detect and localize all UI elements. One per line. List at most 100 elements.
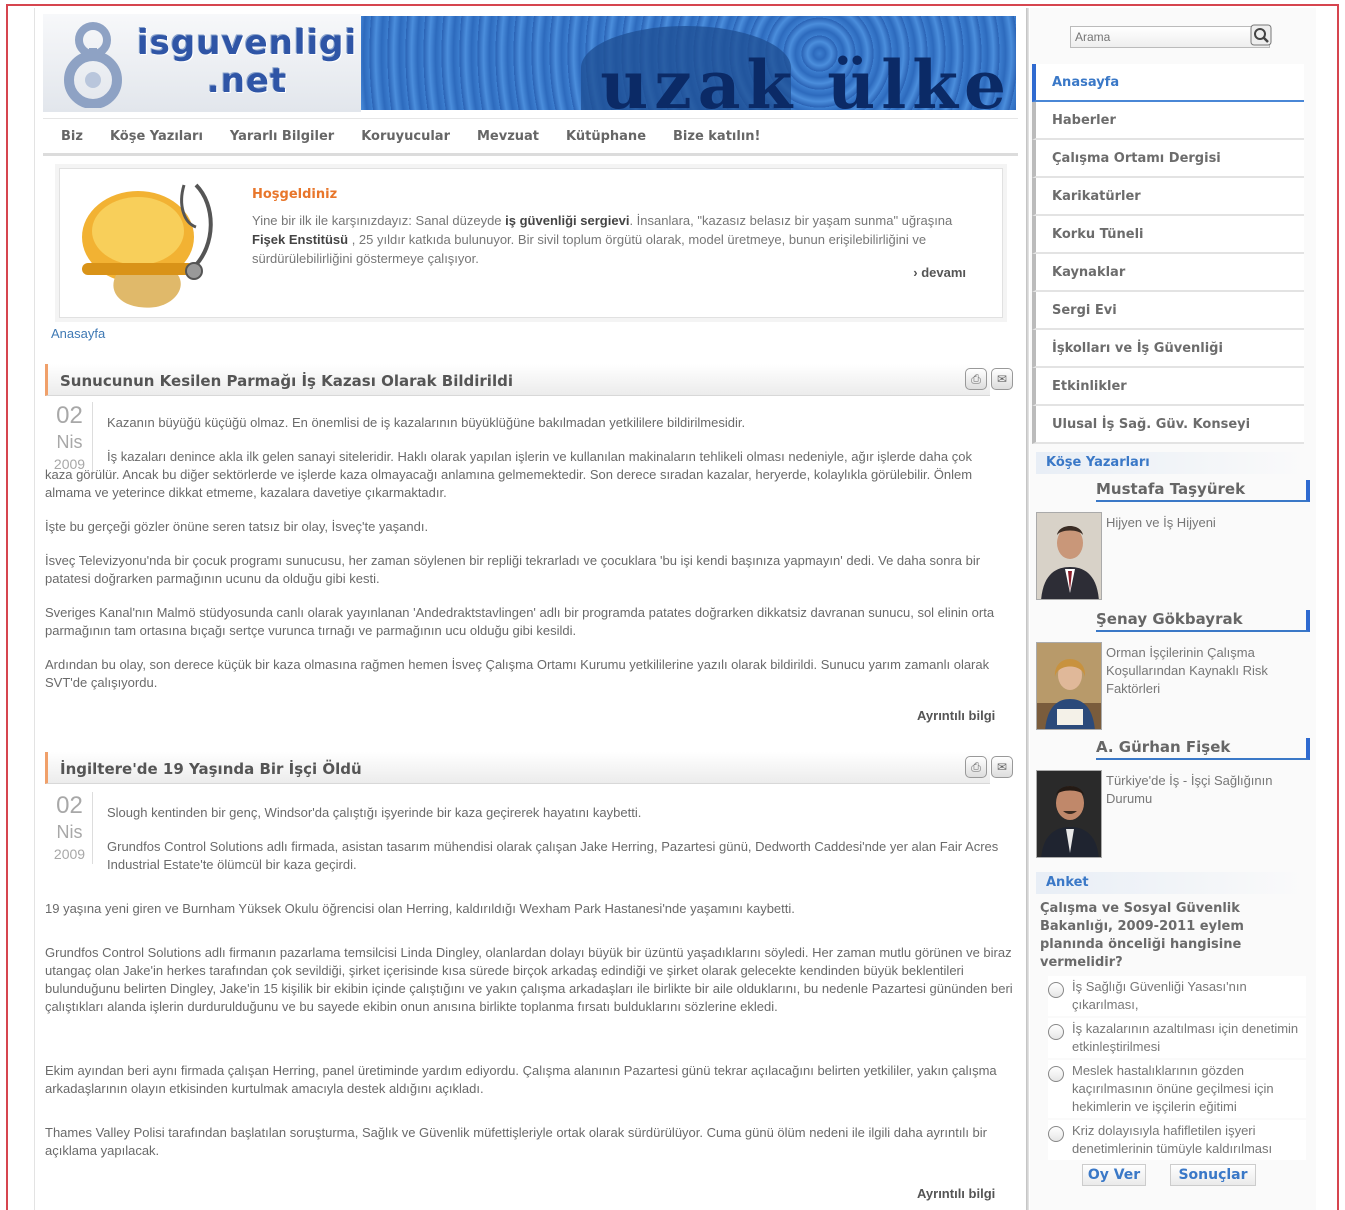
site-header: isguvenligi .net uzak ülke: [43, 14, 1018, 112]
nav-kose-yazilari[interactable]: Köşe Yazıları: [110, 129, 203, 144]
logo-line2: .net: [206, 61, 288, 101]
article-paragraph: Thames Valley Polisi tarafından başlatıl…: [45, 1125, 987, 1158]
search-icon[interactable]: [1249, 23, 1273, 47]
site-logo[interactable]: isguvenligi .net: [43, 14, 361, 112]
welcome-text-part: . İnsanlara, "kazasız belasız bir yaşam …: [629, 213, 953, 228]
header-banner: uzak ülke: [361, 16, 1016, 110]
poll-radio[interactable]: [1048, 1126, 1064, 1142]
print-icon[interactable]: ⎙: [965, 756, 987, 778]
poll-radio[interactable]: [1048, 982, 1064, 998]
sidebar-item-sergi-evi[interactable]: Sergi Evi: [1032, 292, 1304, 330]
article-date: 02 Nis 2009: [47, 792, 93, 864]
main-content: isguvenligi .net uzak ülke Biz Köşe Yazı…: [34, 8, 1024, 1210]
welcome-more-link[interactable]: › devamı: [913, 265, 966, 280]
person-photo-icon: [1037, 513, 1101, 599]
article-paragraph: İsveç Televizyonu'nda bir çocuk programı…: [45, 553, 981, 586]
author-article-link[interactable]: Türkiye'de İş - İşçi Sağlığının Durumu: [1106, 772, 1302, 808]
sidebar-item-haberler[interactable]: Haberler: [1032, 102, 1304, 140]
nav-biz[interactable]: Biz: [61, 129, 83, 144]
article-paragraph: Ekim ayından beri aynı firmada çalışan H…: [45, 1063, 997, 1096]
poll-option[interactable]: İş kazalarının azaltılması için denetimi…: [1048, 1018, 1306, 1058]
print-icon[interactable]: ⎙: [965, 368, 987, 390]
article-paragraph: Grundfos Control Solutions adlı firmada,…: [107, 839, 999, 872]
welcome-text-bold: iş güvenliği sergievi: [505, 213, 630, 228]
article-header: İngiltere'de 19 Yaşında Bir İşçi Öldü: [45, 752, 990, 784]
sidebar-item-karikaturler[interactable]: Karikatürler: [1032, 178, 1304, 216]
date-month: Nis: [56, 822, 83, 842]
author-avatar[interactable]: [1036, 512, 1102, 600]
poll-radio[interactable]: [1048, 1024, 1064, 1040]
article-actions: ⎙ ✉: [965, 368, 1013, 390]
article-paragraph: İşte bu gerçeği gözler önüne seren tatsı…: [45, 519, 429, 534]
sidebar-item-korku-tuneli[interactable]: Korku Tüneli: [1032, 216, 1304, 254]
poll-option-label: İş kazalarının azaltılması için denetimi…: [1072, 1021, 1299, 1054]
poll-option-label: Kriz dolayısıyla hafifletilen işyeri den…: [1072, 1123, 1273, 1156]
helmet-stethoscope-icon: [82, 183, 213, 308]
welcome-box: Hoşgeldiniz Yine bir ilk ile karşınızday…: [59, 168, 1003, 318]
person-photo-icon: [1037, 771, 1101, 857]
poll-radio[interactable]: [1048, 1066, 1064, 1082]
poll-option-label: Meslek hastalıklarının gözden kaçırılmas…: [1072, 1063, 1274, 1114]
date-day: 02: [56, 402, 83, 429]
welcome-text: Yine bir ilk ile karşınızdayız: Sanal dü…: [252, 211, 972, 268]
nav-mevzuat[interactable]: Mevzuat: [477, 129, 539, 144]
author-name[interactable]: Mustafa Taşyürek: [1096, 480, 1310, 502]
author-article-link[interactable]: Orman İşçilerinin Çalışma Koşullarından …: [1106, 644, 1302, 698]
search-input[interactable]: [1071, 27, 1241, 47]
sidebar: Anasayfa Haberler Çalışma Ortamı Dergisi…: [1030, 8, 1316, 1210]
article-paragraph: 19 yaşına yeni giren ve Burnham Yüksek O…: [45, 901, 795, 916]
sidebar-item-konsey[interactable]: Ulusal İş Sağ. Güv. Konseyi: [1032, 406, 1304, 444]
author-name[interactable]: Şenay Gökbayrak: [1096, 610, 1310, 632]
article-title[interactable]: İngiltere'de 19 Yaşında Bir İşçi Öldü: [60, 760, 362, 778]
article-header: Sunucunun Kesilen Parmağı İş Kazası Olar…: [45, 364, 990, 396]
poll-option[interactable]: Kriz dolayısıyla hafifletilen işyeri den…: [1048, 1120, 1306, 1160]
sidebar-item-iskollari[interactable]: İşkolları ve İş Güvenliği: [1032, 330, 1304, 368]
nav-yararli-bilgiler[interactable]: Yararlı Bilgiler: [230, 129, 334, 144]
poll-option[interactable]: Meslek hastalıklarının gözden kaçırılmas…: [1048, 1060, 1306, 1118]
top-nav: Biz Köşe Yazıları Yararlı Bilgiler Koruy…: [43, 118, 1018, 156]
article-lead: Kazanın büyüğü küçüğü olmaz. En önemlisi…: [107, 415, 746, 430]
article-title[interactable]: Sunucunun Kesilen Parmağı İş Kazası Olar…: [60, 372, 513, 390]
welcome-text-bold: Fişek Enstitüsü: [252, 232, 349, 247]
breadcrumb[interactable]: Anasayfa: [51, 326, 105, 341]
columns-title: Köşe Yazarları: [1046, 455, 1150, 470]
author-article-link[interactable]: Hijyen ve İş Hijyeni: [1106, 514, 1302, 532]
logo-text: isguvenligi .net: [137, 24, 357, 100]
banner-text: uzak ülke: [600, 46, 1012, 110]
date-day: 02: [56, 792, 83, 819]
nav-koruyucular[interactable]: Koruyucular: [361, 129, 450, 144]
poll-option-label: İş Sağlığı Güvenliği Yasası'nın çıkarılm…: [1072, 979, 1247, 1012]
welcome-text-part: , 25 yıldır katkıda bulunuyor. Bir sivil…: [252, 232, 927, 266]
poll-question: Çalışma ve Sosyal Güvenlik Bakanlığı, 20…: [1040, 901, 1244, 970]
sidebar-menu: Anasayfa Haberler Çalışma Ortamı Dergisi…: [1032, 64, 1304, 444]
date-year: 2009: [53, 846, 86, 862]
article-paragraph: Grundfos Control Solutions adlı firmanın…: [45, 945, 1013, 1014]
email-icon[interactable]: ✉: [991, 368, 1013, 390]
sidebar-item-kaynaklar[interactable]: Kaynaklar: [1032, 254, 1304, 292]
article-more-link[interactable]: Ayrıntılı bilgi: [917, 708, 995, 723]
vote-button[interactable]: Oy Ver: [1082, 1164, 1146, 1186]
sidebar-item-calisma-ortami-dergisi[interactable]: Çalışma Ortamı Dergisi: [1032, 140, 1304, 178]
article-more-link[interactable]: Ayrıntılı bilgi: [917, 1186, 995, 1201]
results-button[interactable]: Sonuçlar: [1170, 1164, 1256, 1186]
poll-title: Anket: [1046, 875, 1089, 890]
column-divider: [1026, 8, 1029, 1210]
nav-bize-katilin[interactable]: Bize katılın!: [673, 129, 760, 144]
welcome-text-part: Yine bir ilk ile karşınızdayız: Sanal dü…: [252, 213, 506, 228]
nav-kutuphane[interactable]: Kütüphane: [566, 129, 646, 144]
search-box: [1070, 23, 1273, 48]
person-photo-icon: [1037, 643, 1101, 729]
sidebar-item-etkinlikler[interactable]: Etkinlikler: [1032, 368, 1304, 406]
article-actions: ⎙ ✉: [965, 756, 1013, 778]
author-avatar[interactable]: [1036, 642, 1102, 730]
poll-option[interactable]: İş Sağlığı Güvenliği Yasası'nın çıkarılm…: [1048, 976, 1306, 1016]
welcome-title: Hoşgeldiniz: [252, 187, 338, 202]
article-lead: Slough kentinden bir genç, Windsor'da ça…: [107, 805, 642, 820]
logo-line1: isguvenligi: [137, 23, 358, 63]
logo-gear-icon: [64, 22, 122, 108]
article-paragraph: Ardından bu olay, son derece küçük bir k…: [45, 657, 990, 690]
author-name[interactable]: A. Gürhan Fişek: [1096, 738, 1310, 760]
email-icon[interactable]: ✉: [991, 756, 1013, 778]
author-avatar[interactable]: [1036, 770, 1102, 858]
sidebar-item-anasayfa[interactable]: Anasayfa: [1032, 64, 1304, 102]
